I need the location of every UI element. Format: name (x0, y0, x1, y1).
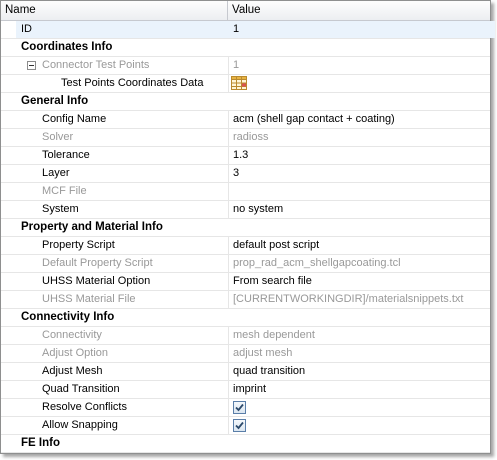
row-solver[interactable]: Solver radioss (1, 129, 490, 147)
property-script-label: Property Script (42, 239, 115, 251)
table-grid-icon[interactable] (231, 76, 247, 90)
row-quad-transition[interactable]: Quad Transition imprint (1, 381, 490, 399)
default-property-script-label: Default Property Script (42, 257, 153, 269)
check-icon (235, 403, 244, 412)
section-coordinates-info[interactable]: Coordinates Info (1, 39, 490, 57)
row-adjust-mesh[interactable]: Adjust Mesh quad transition (1, 363, 490, 381)
section-property-material-info[interactable]: Property and Material Info (1, 219, 490, 237)
connector-test-points-label: Connector Test Points (42, 59, 150, 71)
resolve-conflicts-checkbox[interactable] (233, 401, 246, 414)
config-name-value[interactable]: acm (shell gap contact + coating) (233, 111, 395, 128)
uhss-material-file-value: [CURRENTWORKINGDIR]/materialsnippets.txt (233, 293, 464, 305)
quad-transition-label: Quad Transition (42, 383, 120, 395)
row-id[interactable]: ID 1 (1, 21, 495, 39)
row-mcf-file[interactable]: MCF File (1, 183, 490, 201)
allow-snapping-checkbox[interactable] (233, 419, 246, 432)
section-connectivity-info[interactable]: Connectivity Info (1, 309, 490, 327)
property-script-value[interactable]: default post script (233, 237, 319, 254)
adjust-option-label: Adjust Option (42, 347, 109, 359)
property-table: Name Value ID 1 Coordinates Info Connect… (0, 0, 495, 454)
section-general-info[interactable]: General Info (1, 93, 490, 111)
row-default-property-script[interactable]: Default Property Script prop_rad_acm_she… (1, 255, 490, 273)
table-body: ID 1 Coordinates Info Connector Test Poi… (1, 21, 495, 453)
adjust-option-value: adjust mesh (233, 347, 293, 359)
connectivity-label: Connectivity (42, 329, 102, 341)
config-name-label: Config Name (42, 113, 107, 125)
connectivity-value: mesh dependent (233, 329, 315, 341)
value-column-header[interactable]: Value (228, 1, 487, 20)
mcf-file-label: MCF File (42, 185, 87, 197)
tolerance-label: Tolerance (42, 149, 90, 161)
uhss-material-option-label: UHSS Material Option (42, 275, 151, 287)
row-tolerance[interactable]: Tolerance 1.3 (1, 147, 490, 165)
tolerance-value[interactable]: 1.3 (233, 147, 248, 164)
layer-label: Layer (42, 167, 70, 179)
id-value[interactable]: 1 (228, 21, 495, 38)
system-label: System (42, 203, 79, 215)
row-config-name[interactable]: Config Name acm (shell gap contact + coa… (1, 111, 490, 129)
row-connector-test-points[interactable]: Connector Test Points 1 (1, 57, 490, 75)
collapse-toggle-icon[interactable] (27, 61, 36, 70)
row-system[interactable]: System no system (1, 201, 490, 219)
uhss-material-file-label: UHSS Material File (42, 293, 136, 305)
adjust-mesh-value[interactable]: quad transition (233, 363, 305, 380)
layer-value[interactable]: 3 (233, 165, 239, 182)
check-icon (235, 421, 244, 430)
resolve-conflicts-label: Resolve Conflicts (42, 401, 127, 413)
solver-label: Solver (42, 131, 74, 143)
row-connectivity[interactable]: Connectivity mesh dependent (1, 327, 490, 345)
name-column-header[interactable]: Name (1, 1, 228, 20)
row-allow-snapping[interactable]: Allow Snapping (1, 417, 490, 435)
id-label: ID (21, 23, 32, 35)
row-uhss-material-option[interactable]: UHSS Material Option From search file (1, 273, 490, 291)
section-fe-info[interactable]: FE Info (1, 435, 490, 453)
quad-transition-value[interactable]: imprint (233, 381, 266, 398)
test-points-coords-label: Test Points Coordinates Data (61, 77, 204, 89)
row-layer[interactable]: Layer 3 (1, 165, 490, 183)
row-uhss-material-file[interactable]: UHSS Material File [CURRENTWORKINGDIR]/m… (1, 291, 490, 309)
solver-value: radioss (233, 131, 269, 143)
default-property-script-value: prop_rad_acm_shellgapcoating.tcl (233, 257, 401, 269)
connector-test-points-value: 1 (233, 59, 240, 71)
row-property-script[interactable]: Property Script default post script (1, 237, 490, 255)
adjust-mesh-label: Adjust Mesh (42, 365, 103, 377)
allow-snapping-label: Allow Snapping (42, 419, 118, 431)
row-adjust-option[interactable]: Adjust Option adjust mesh (1, 345, 490, 363)
system-value[interactable]: no system (233, 201, 283, 218)
uhss-material-option-value[interactable]: From search file (233, 273, 312, 290)
row-test-points-coords-data[interactable]: Test Points Coordinates Data (1, 75, 490, 93)
table-header: Name Value (1, 1, 490, 21)
row-resolve-conflicts[interactable]: Resolve Conflicts (1, 399, 490, 417)
